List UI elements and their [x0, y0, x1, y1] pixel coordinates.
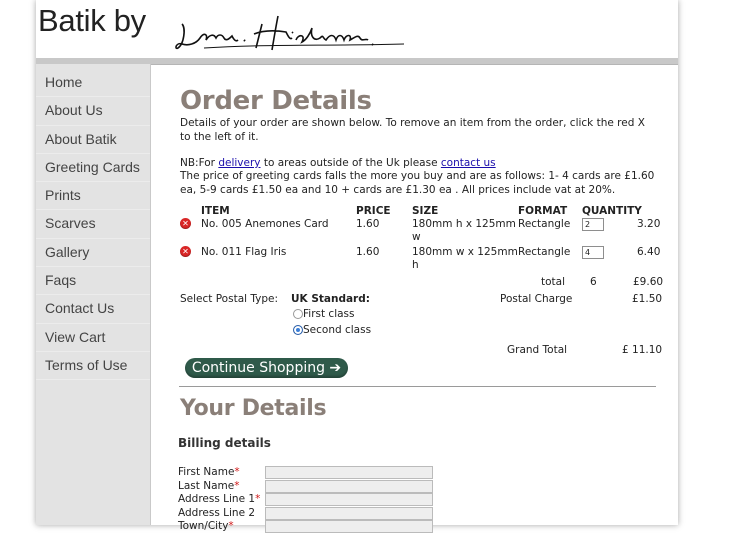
item-name: No. 011 Flag Iris: [201, 246, 287, 258]
total-label: total: [541, 276, 566, 288]
order-intro: Details of your order are shown below. T…: [180, 117, 645, 143]
item-size: 180mm w x 125mm: [412, 246, 518, 258]
address-line-1-field[interactable]: [265, 493, 433, 506]
signature-logo: [175, 15, 405, 51]
remove-item-icon[interactable]: ✕: [180, 246, 191, 257]
item-size: 180mm h x 125mm: [412, 218, 516, 230]
address-line-2-field[interactable]: [265, 507, 433, 520]
item-price: 1.60: [356, 218, 380, 230]
town-city-field[interactable]: [265, 520, 433, 533]
postal-type-label: Select Postal Type:: [180, 293, 279, 305]
sidebar-item-prints[interactable]: Prints: [36, 182, 150, 211]
sidebar-item-scarves[interactable]: Scarves: [36, 210, 150, 239]
field-label-text: Address Line 2: [178, 507, 256, 519]
your-details-title: Your Details: [180, 396, 327, 421]
second-class-radio[interactable]: [293, 325, 303, 335]
postal-group-label: UK Standard:: [291, 293, 370, 305]
column-header-size: SIZE: [412, 205, 439, 217]
delivery-note-middle: to areas outside of the Uk please: [260, 157, 441, 169]
first-name-label: First Name*: [178, 466, 240, 478]
sidebar-nav: Home About Us About Batik Greeting Cards…: [36, 64, 151, 525]
sidebar-item-gallery[interactable]: Gallery: [36, 239, 150, 268]
sidebar-item-about-us[interactable]: About Us: [36, 97, 150, 126]
total-quantity: 6: [590, 276, 597, 288]
quantity-input[interactable]: 4: [582, 246, 604, 259]
item-total: 3.20: [637, 218, 661, 230]
town-city-label: Town/City*: [178, 520, 234, 532]
page-title: Order Details: [180, 86, 372, 116]
item-total: 6.40: [637, 246, 661, 258]
sidebar-item-faqs[interactable]: Faqs: [36, 267, 150, 296]
pricing-note: The price of greeting cards falls the mo…: [180, 170, 655, 196]
sidebar-item-about-batik[interactable]: About Batik: [36, 126, 150, 154]
remove-item-icon[interactable]: ✕: [180, 218, 191, 229]
field-label-text: Last Name: [178, 480, 235, 492]
contact-us-link[interactable]: contact us: [441, 157, 496, 169]
item-size-suffix: w: [412, 231, 421, 243]
second-class-label[interactable]: Second class: [303, 324, 371, 336]
delivery-note-prefix: NB:For: [180, 157, 219, 169]
postal-charge: £1.50: [632, 293, 663, 305]
site-header: Batik by: [36, 0, 678, 58]
postal-charge-label: Postal Charge: [500, 293, 573, 305]
continue-shopping-button[interactable]: Continue Shopping ➔: [185, 358, 348, 378]
grand-total-label: Grand Total: [507, 344, 568, 356]
sidebar-item-terms-of-use[interactable]: Terms of Use: [36, 352, 150, 381]
sidebar-item-view-cart[interactable]: View Cart: [36, 324, 150, 352]
item-size-suffix: h: [412, 259, 419, 271]
last-name-field[interactable]: [265, 480, 433, 493]
field-label-text: Town/City: [178, 520, 229, 532]
first-class-radio[interactable]: [293, 309, 303, 319]
last-name-label: Last Name*: [178, 480, 239, 492]
column-header-price: PRICE: [356, 205, 391, 217]
total-amount: £9.60: [633, 276, 664, 288]
required-mark: *: [255, 493, 261, 505]
column-header-quantity: QUANTITY: [582, 205, 642, 217]
address-line-2-label: Address Line 2: [178, 507, 255, 519]
field-label-text: Address Line 1: [178, 493, 256, 505]
billing-heading: Billing details: [178, 436, 271, 450]
required-mark: *: [234, 480, 240, 492]
field-label-text: First Name: [178, 466, 235, 478]
sidebar-item-contact-us[interactable]: Contact Us: [36, 295, 150, 324]
item-price: 1.60: [356, 246, 380, 258]
quantity-input[interactable]: 2: [582, 218, 604, 231]
required-mark: *: [234, 466, 240, 478]
first-class-label[interactable]: First class: [303, 308, 355, 320]
first-name-field[interactable]: [265, 466, 433, 479]
main-content: Order Details Details of your order are …: [178, 64, 669, 533]
grand-total: £ 11.10: [622, 344, 663, 356]
site-brand[interactable]: Batik by: [38, 3, 146, 39]
item-format: Rectangle: [518, 218, 571, 230]
column-header-format: FORMAT: [518, 205, 568, 217]
required-mark: *: [228, 520, 234, 532]
sidebar-item-home[interactable]: Home: [36, 69, 150, 98]
address-line-1-label: Address Line 1*: [178, 493, 260, 505]
delivery-note: NB:For delivery to areas outside of the …: [180, 157, 658, 171]
item-format: Rectangle: [518, 246, 571, 258]
section-divider: [179, 386, 656, 387]
delivery-link[interactable]: delivery: [218, 157, 260, 169]
sidebar-item-greeting-cards[interactable]: Greeting Cards: [36, 154, 150, 183]
item-name: No. 005 Anemones Card: [201, 218, 329, 230]
column-header-item: ITEM: [201, 205, 230, 217]
page-frame: Batik by Home About Us About Batik Greet…: [36, 0, 678, 533]
